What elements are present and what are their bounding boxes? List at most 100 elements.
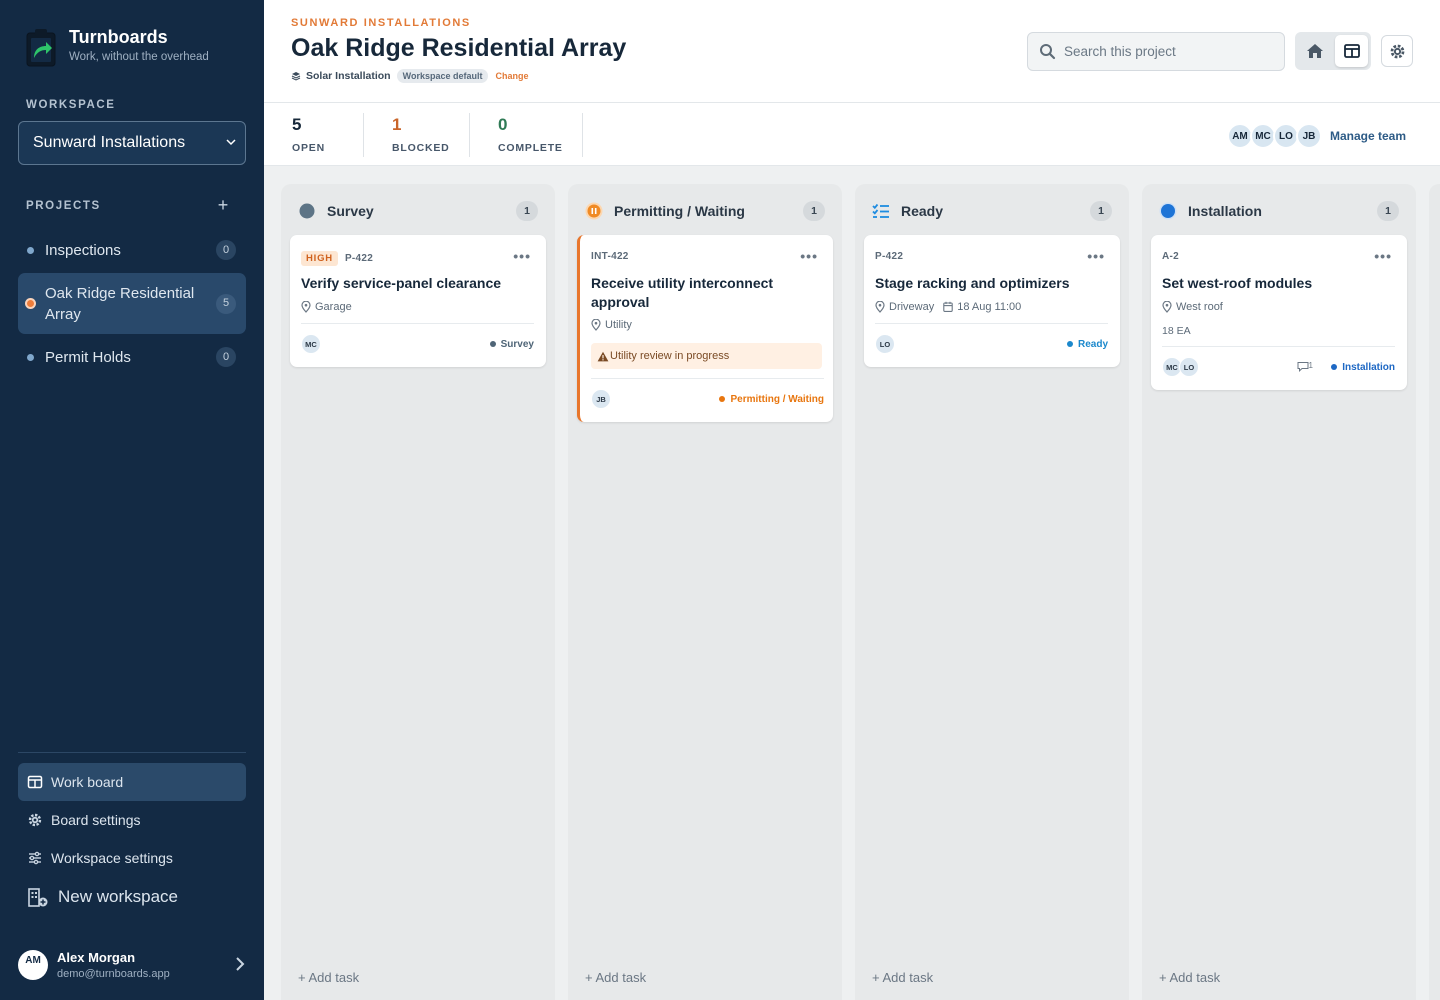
task-title: Receive utility interconnect approval <box>591 275 774 310</box>
avatar[interactable]: JB <box>591 389 611 409</box>
column-ready: Ready 1 P-422 ••• Stage racking and opti… <box>855 184 1129 1000</box>
status-dot <box>1331 364 1338 370</box>
due-date: 18 Aug 11:00 <box>957 301 1022 313</box>
building-add-icon <box>28 888 48 907</box>
nav-workspace-settings[interactable]: Workspace settings <box>18 839 246 877</box>
project-type-row: Solar Installation Workspace default Cha… <box>291 69 528 83</box>
card-header: P-422 <box>875 251 903 262</box>
calendar-icon <box>943 301 953 312</box>
task-id: INT-422 <box>591 251 629 262</box>
task-card[interactable]: INT-422 ••• Receive utility interconnect… <box>577 235 833 422</box>
location-pin-icon <box>1162 301 1172 313</box>
search-box[interactable] <box>1027 32 1285 71</box>
warning-text: Utility review in progress <box>610 350 730 362</box>
project-item-oak-ridge[interactable]: Oak Ridge Residential Array 5 <box>18 273 246 334</box>
column-header: Survey 1 <box>298 201 538 221</box>
avatar[interactable]: LO <box>875 334 895 354</box>
project-item-inspections[interactable]: Inspections 0 <box>18 238 246 262</box>
task-card[interactable]: A-2 ••• Set west-roof modules West roof … <box>1151 235 1407 390</box>
task-quantity: 18 EA <box>1162 325 1191 337</box>
status-dot <box>1066 341 1073 347</box>
nav-label: Board settings <box>51 812 141 828</box>
more-menu-button[interactable]: ••• <box>1087 248 1105 264</box>
avatar[interactable]: JB <box>1295 123 1322 149</box>
project-item-permit-holds[interactable]: Permit Holds 0 <box>18 345 246 369</box>
circle-icon <box>1159 202 1177 220</box>
status-label: Permitting / Waiting <box>730 393 824 405</box>
more-menu-button[interactable]: ••• <box>513 248 531 264</box>
column-title: Installation <box>1188 203 1262 219</box>
status-badge: Permitting / Waiting <box>719 394 824 405</box>
workspace-select[interactable]: Sunward Installations <box>18 121 246 165</box>
org-label: SUNWARD INSTALLATIONS <box>291 17 471 29</box>
stat-value: 1 <box>392 115 402 134</box>
stat-blocked: 1 BLOCKED <box>392 115 450 159</box>
status-label: Ready <box>1077 338 1108 350</box>
board-view-button[interactable] <box>1335 35 1368 67</box>
comment-count[interactable]: 1 <box>1297 361 1313 372</box>
settings-button[interactable] <box>1381 35 1413 67</box>
workspace-select-value: Sunward Installations <box>33 134 186 151</box>
task-location: West roof <box>1162 301 1223 313</box>
task-card[interactable]: HIGH P-422 ••• Verify service-panel clea… <box>290 235 546 367</box>
gear-icon <box>1390 44 1404 58</box>
project-dot <box>27 246 34 254</box>
stat-label: OPEN <box>292 142 325 154</box>
projects-label: PROJECTS <box>26 200 101 212</box>
work-board: Survey 1 HIGH P-422 ••• Verify service-p… <box>264 166 1440 1000</box>
nav-work-board[interactable]: Work board <box>18 763 246 801</box>
circle-icon <box>298 202 316 220</box>
status-dot <box>489 341 496 347</box>
card-divider <box>591 378 824 379</box>
column-title: Ready <box>901 203 944 219</box>
location-label: West roof <box>1176 301 1223 313</box>
task-title: Stage racking and optimizers <box>875 275 1070 291</box>
nav-new-workspace[interactable]: New workspace <box>18 878 246 916</box>
priority-badge: HIGH <box>301 251 338 266</box>
stat-open: 5 OPEN <box>292 115 325 159</box>
comment-icon <box>1297 362 1309 372</box>
add-task-button[interactable]: + Add task <box>585 970 646 985</box>
task-title: Verify service-panel clearance <box>301 275 502 291</box>
task-location: Utility <box>591 319 632 331</box>
more-menu-button[interactable]: ••• <box>1374 248 1392 264</box>
layers-icon <box>291 72 301 81</box>
view-toggle <box>1295 32 1371 70</box>
add-project-button[interactable]: + <box>214 195 232 215</box>
user-name: Alex Morgan <box>57 950 136 965</box>
task-id: P-422 <box>344 253 374 264</box>
search-input[interactable] <box>1064 44 1264 59</box>
nav-board-settings[interactable]: Board settings <box>18 801 246 839</box>
chevron-right-icon <box>236 957 245 971</box>
project-count-badge: 0 <box>216 240 236 260</box>
project-dot <box>27 353 34 361</box>
home-view-button[interactable] <box>1298 35 1331 67</box>
task-card[interactable]: P-422 ••• Stage racking and optimizers D… <box>864 235 1120 367</box>
project-count-badge: 0 <box>216 347 236 367</box>
column-installation: Installation 1 A-2 ••• Set west-roof mod… <box>1142 184 1416 1000</box>
add-task-button[interactable]: + Add task <box>298 970 359 985</box>
card-footer: MC LO 1 Installation <box>1162 356 1395 378</box>
more-menu-button[interactable]: ••• <box>800 248 818 264</box>
column-header: Installation 1 <box>1159 201 1399 221</box>
add-task-button[interactable]: + Add task <box>1159 970 1220 985</box>
avatar[interactable]: MC <box>301 334 321 354</box>
user-profile[interactable]: AM Alex Morgan demo@turnboards.app <box>18 947 248 983</box>
workspace-default-chip: Workspace default <box>396 69 489 83</box>
chevron-down-icon <box>226 139 236 146</box>
location-pin-icon <box>591 319 601 331</box>
add-task-button[interactable]: + Add task <box>872 970 933 985</box>
sidebar-divider <box>18 752 246 753</box>
column-count-badge: 1 <box>1090 201 1112 221</box>
change-type-link[interactable]: Change <box>495 71 528 81</box>
brand[interactable]: Turnboards Work, without the overhead <box>25 26 209 68</box>
location-label: Driveway <box>889 301 935 313</box>
avatar[interactable]: LO <box>1179 357 1199 377</box>
warning-icon <box>597 351 609 361</box>
checklist-icon <box>872 202 890 220</box>
project-type: Solar Installation <box>306 70 391 82</box>
task-title: Set west-roof modules <box>1162 275 1313 291</box>
manage-team-link[interactable]: Manage team <box>1330 129 1406 143</box>
team-members: AM MC LO JB Manage team <box>1226 123 1406 149</box>
sidebar: Turnboards Work, without the overhead WO… <box>0 0 264 1000</box>
